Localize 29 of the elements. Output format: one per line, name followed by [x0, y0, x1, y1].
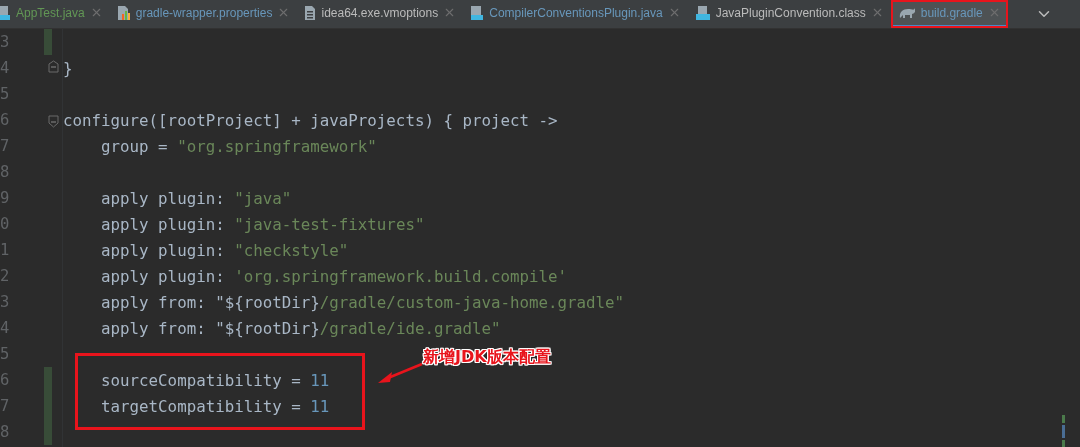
code-line: apply from: "${rootDir}/gradle/custom-java-home.gradle" [100, 292, 625, 312]
code-line: apply plugin: "java-test-fixtures" [100, 214, 425, 234]
line-number: 3 [0, 293, 11, 311]
line-number: 6 [0, 371, 11, 389]
code-line: configure([rootProject] + javaProjects) { project -> [63, 110, 558, 130]
line-number: 4 [0, 59, 11, 77]
line-number: 9 [0, 189, 11, 207]
line-number: 6 [0, 111, 11, 129]
code-line: apply plugin: "checkstyle" [100, 240, 349, 260]
line-number: 7 [0, 397, 11, 415]
line-number: 0 [0, 215, 11, 233]
line-number: 8 [0, 163, 11, 181]
code-line: group = "org.springframework" [100, 136, 377, 156]
code-line: apply plugin: "java" [100, 188, 292, 208]
code-line: apply from: "${rootDir}/gradle/ide.gradle" [100, 318, 501, 338]
line-number: 2 [0, 267, 11, 285]
line-number: 5 [0, 345, 11, 363]
line-number: 3 [0, 33, 11, 51]
editor-tab[interactable]: build.gradle [890, 0, 1008, 28]
annotation-label: 新增JDK版本配置 [423, 347, 551, 368]
line-number: 8 [0, 423, 11, 441]
line-number: 7 [0, 137, 11, 155]
line-number: 5 [0, 85, 11, 103]
code-line: } [63, 58, 73, 78]
line-number: 1 [0, 241, 11, 259]
code-line: apply plugin: 'org.springframework.build.compile' [100, 266, 568, 286]
code-line: targetCompatibility = 11 [100, 396, 330, 416]
line-number: 4 [0, 319, 11, 337]
code-line: sourceCompatibility = 11 [100, 370, 330, 390]
